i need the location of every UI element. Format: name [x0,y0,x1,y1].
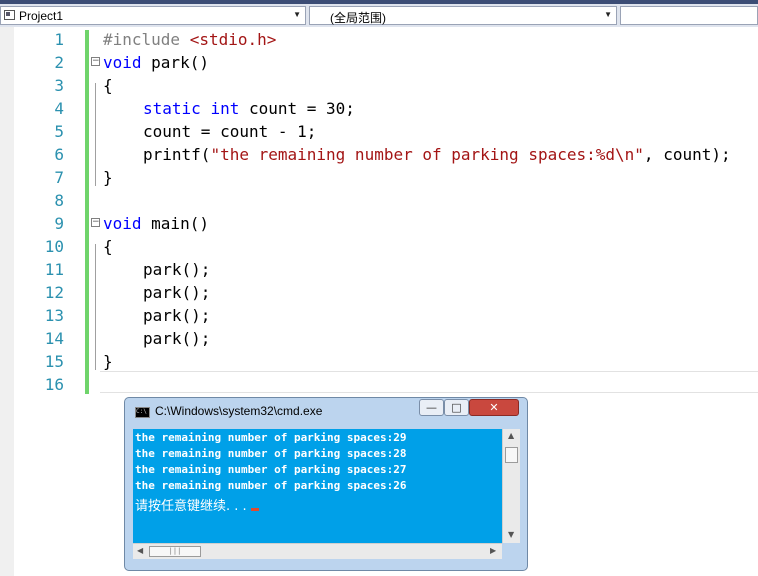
preprocessor-token: #include [103,30,190,49]
code-text[interactable]: park(); [143,327,210,350]
dropdown-arrow-icon: ▼ [293,10,301,19]
console-output-line: the remaining number of parking spaces:2… [135,431,407,444]
code-line: 13 park(); [0,304,758,327]
project-dropdown[interactable]: Project1 ▼ [0,6,306,25]
string-token: "the remaining number of parking spaces:… [210,145,644,164]
code-text[interactable]: static int count = 30; [143,97,355,120]
line-number: 7 [54,168,64,187]
code-text[interactable]: park(); [143,258,210,281]
navigation-bar: Project1 ▼ (全局范围) ▼ [0,0,758,27]
console-titlebar[interactable]: C:\ C:\Windows\system32\cmd.exe — □ ✕ [125,398,527,425]
scroll-down-icon[interactable]: ▼ [508,530,514,539]
line-number: 13 [44,306,64,325]
code-token: , count); [643,145,731,164]
console-output-line: the remaining number of parking spaces:2… [135,463,407,476]
code-text[interactable]: { [103,74,113,97]
line-number: 10 [44,237,64,256]
keyword-token: int [210,99,240,118]
window-top-border [0,0,758,4]
console-output-line: the remaining number of parking spaces:2… [135,479,407,492]
code-line: 4 static int count = 30; [0,97,758,120]
console-title: C:\Windows\system32\cmd.exe [155,404,323,418]
scroll-right-icon[interactable]: ▶ [490,546,496,555]
code-text[interactable]: count = count - 1; [143,120,316,143]
code-line: 14 park(); [0,327,758,350]
code-token: count = 30; [239,99,355,118]
console-output-area[interactable]: the remaining number of parking spaces:2… [133,429,520,543]
horizontal-scrollbar[interactable]: ◀ ||| ▶ [133,543,502,559]
code-line: 10 { [0,235,758,258]
string-token: <stdio.h> [189,30,277,49]
close-button[interactable]: ✕ [469,399,519,416]
code-text[interactable]: } [103,166,113,189]
project-icon [4,10,15,20]
keyword-token: void [103,53,142,72]
keyword-token: void [103,214,142,233]
code-text[interactable]: } [103,350,113,373]
line-number: 5 [54,122,64,141]
code-line: 1 #include <stdio.h> [0,28,758,51]
line-number: 15 [44,352,64,371]
console-prompt: 请按任意键继续. . . [135,495,259,514]
code-text[interactable]: void main() [103,212,209,235]
maximize-button[interactable]: □ [444,399,469,416]
line-number: 9 [54,214,64,233]
cmd-prompt-icon: C:\ [135,407,150,418]
code-line: 5 count = count - 1; [0,120,758,143]
scroll-left-icon[interactable]: ◀ [137,546,143,555]
code-token: main() [141,214,209,233]
code-text[interactable]: void park() [103,51,209,74]
line-number: 1 [54,30,64,49]
console-prompt-text: 请按任意键继续. . . [135,499,247,514]
code-line: 7 } [0,166,758,189]
code-token: printf( [143,145,211,164]
code-text[interactable]: printf("the remaining number of parking … [143,143,731,166]
code-line: 2 − void park() [0,51,758,74]
line-number: 2 [54,53,64,72]
collapse-toggle-icon[interactable]: − [91,57,100,66]
collapse-toggle-icon[interactable]: − [91,218,100,227]
console-output-line: the remaining number of parking spaces:2… [135,447,407,460]
code-text[interactable]: { [103,235,113,258]
line-number: 8 [54,191,64,210]
scroll-up-icon[interactable]: ▲ [508,431,514,440]
code-line: 16 [0,373,758,396]
scope-dropdown-value: (全局范围) [330,11,386,25]
code-line: 11 park(); [0,258,758,281]
dropdown-arrow-icon: ▼ [604,10,612,19]
keyword-token: static [143,99,201,118]
line-number: 14 [44,329,64,348]
line-number: 12 [44,283,64,302]
member-dropdown[interactable] [620,6,758,25]
line-number: 3 [54,76,64,95]
console-window[interactable]: C:\ C:\Windows\system32\cmd.exe — □ ✕ th… [124,397,528,571]
line-number: 16 [44,375,64,394]
vertical-scrollbar[interactable]: ▲ ▼ [502,429,520,543]
code-line: 15 } [0,350,758,373]
horizontal-scroll-thumb[interactable]: ||| [149,546,201,557]
vertical-scroll-thumb[interactable] [505,447,518,463]
line-number: 4 [54,99,64,118]
code-token: park() [141,53,209,72]
code-text[interactable]: park(); [143,304,210,327]
code-text[interactable]: park(); [143,281,210,304]
code-line: 8 [0,189,758,212]
code-line: 12 park(); [0,281,758,304]
minimize-button[interactable]: — [419,399,444,416]
code-line: 3 { [0,74,758,97]
code-text[interactable]: #include <stdio.h> [103,28,276,51]
project-dropdown-value: Project1 [19,9,64,23]
line-number: 6 [54,145,64,164]
scope-dropdown[interactable]: (全局范围) ▼ [309,6,617,25]
line-number: 11 [44,260,64,279]
code-line: 6 printf("the remaining number of parkin… [0,143,758,166]
text-cursor [250,508,259,511]
code-line: 9 − void main() [0,212,758,235]
